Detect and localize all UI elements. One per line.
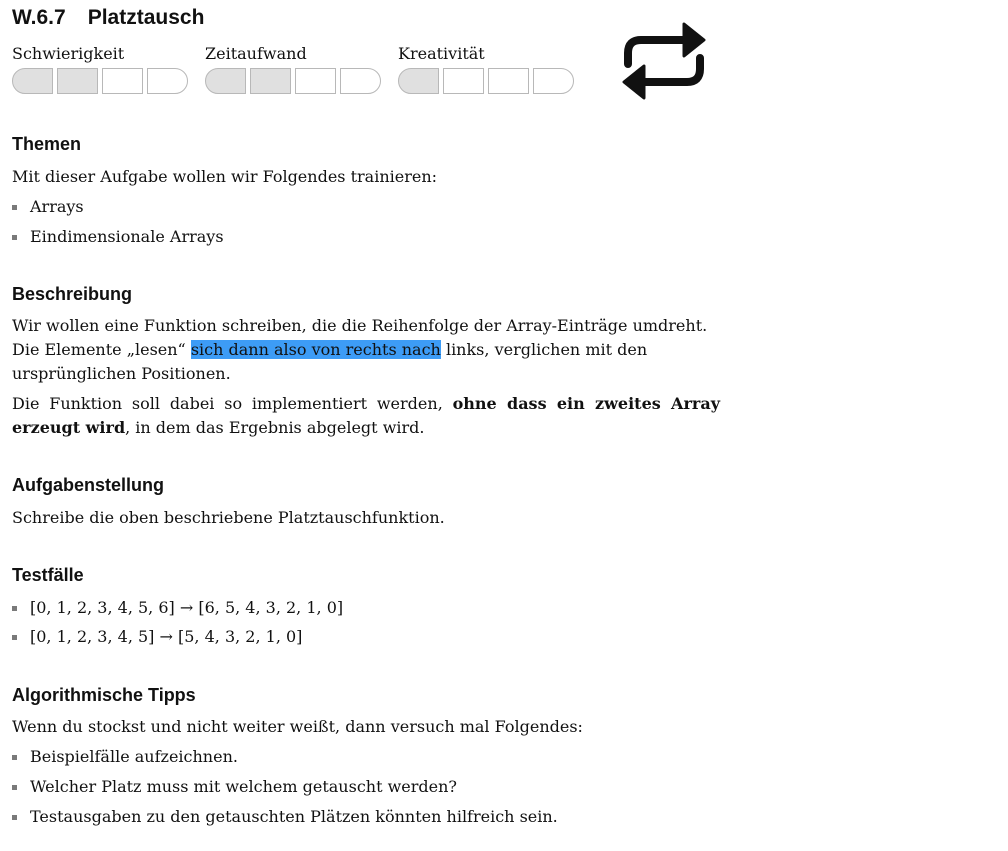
- page-title: W.6.7 Platztausch: [12, 6, 204, 30]
- section-heading-aufgabenstellung: Aufgabenstellung: [12, 475, 164, 495]
- rating-box: [295, 68, 336, 94]
- list-item: [0, 1, 2, 3, 4, 5, 6] → [6, 5, 4, 3, 2, …: [12, 596, 343, 620]
- rating-box: [443, 68, 484, 94]
- repeat-icon: [622, 22, 706, 100]
- beschreibung-paragraph-1: Wir wollen eine Funktion schreiben, die …: [12, 316, 708, 383]
- rating-difficulty: Schwierigkeit: [12, 44, 188, 94]
- list-item: Beispielfälle aufzeichnen.: [12, 745, 238, 769]
- rating-creativity: Kreativität: [398, 44, 574, 94]
- list-item: [0, 1, 2, 3, 4, 5] → [5, 4, 3, 2, 1, 0]: [12, 625, 302, 649]
- rating-box: [340, 68, 381, 94]
- section-heading-tipps: Algorithmische Tipps: [12, 685, 196, 705]
- rating-box: [250, 68, 291, 94]
- rating-label: Schwierigkeit: [12, 44, 125, 63]
- rating-box: [205, 68, 246, 94]
- rating-box: [12, 68, 53, 94]
- section-heading-beschreibung: Beschreibung: [12, 284, 133, 304]
- rating-box: [147, 68, 188, 94]
- rating-box: [398, 68, 439, 94]
- section-heading-themen: Themen: [12, 134, 82, 154]
- rating-time: Zeitaufwand: [205, 44, 381, 94]
- beschreibung-paragraph-2: Die Funktion soll dabei so implementiert…: [12, 394, 720, 437]
- rating-boxes: [398, 68, 574, 94]
- aufgabe-text: Schreibe die oben beschriebene Platztaus…: [12, 508, 445, 527]
- exercise-title: Platztausch: [87, 6, 205, 29]
- list-item: Welcher Platz muss mit welchem getauscht…: [12, 775, 457, 799]
- section-heading-testfaelle: Testfälle: [12, 565, 84, 585]
- tipps-intro: Wenn du stockst und nicht weiter weißt, …: [12, 717, 583, 736]
- list-item: Testausgaben zu den getauschten Plätzen …: [12, 805, 558, 829]
- rating-box: [488, 68, 529, 94]
- rating-box: [533, 68, 574, 94]
- list-item: Arrays: [12, 195, 84, 219]
- rating-box: [102, 68, 143, 94]
- list-item: Eindimensionale Arrays: [12, 225, 224, 249]
- themen-intro: Mit dieser Aufgabe wollen wir Folgendes …: [12, 167, 438, 186]
- exercise-number: W.6.7: [12, 6, 66, 29]
- rating-label: Kreativität: [398, 44, 485, 63]
- rating-label: Zeitaufwand: [205, 44, 307, 63]
- rating-boxes: [12, 68, 188, 94]
- rating-box: [57, 68, 98, 94]
- rating-boxes: [205, 68, 381, 94]
- selected-text[interactable]: sich dann also von rechts nach: [190, 340, 441, 359]
